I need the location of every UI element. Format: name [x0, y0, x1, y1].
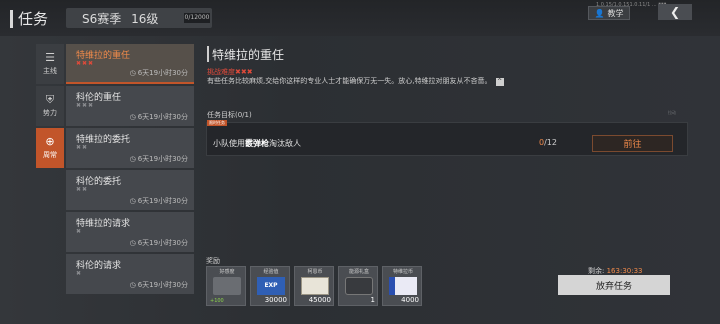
weekly-icon: ⊕ — [45, 135, 55, 148]
clock-icon: ◷ — [129, 113, 136, 121]
gift-box-icon — [345, 277, 373, 295]
objective-progress: 0/12 — [539, 138, 557, 147]
clock-icon: ◷ — [129, 197, 136, 205]
task-name: 特维拉的请求 — [76, 219, 131, 229]
title-accent-bar — [10, 10, 13, 28]
task-name: 科伦的请求 — [76, 261, 122, 271]
remaining-label: 剩余: — [588, 267, 605, 275]
abandon-task-button[interactable]: 放弃任务 — [558, 275, 670, 295]
reward-item[interactable]: 能源礼盒 1 — [338, 266, 378, 306]
task-card[interactable]: 科伦的委托 ✖✖ ◷ 6天19小时30分 — [66, 170, 194, 210]
clock-icon: ◷ — [129, 281, 136, 289]
collapse-icon[interactable]: ^ — [495, 78, 504, 86]
exp-card-icon: EXP — [257, 277, 285, 295]
rail-item-0[interactable]: ☰ 主线 — [36, 44, 64, 84]
task-description: 有些任务比较麻烦,交给你这样的专业人士才能确保万无一失。放心,特维拉对朋友从不吝… — [207, 77, 525, 86]
task-time: ◷ 6天19小时30分 — [130, 154, 188, 164]
reward-item[interactable]: 经验值 EXP 30000 — [250, 266, 290, 306]
clock-icon: ◷ — [129, 155, 136, 163]
reward-count: 45000 — [308, 296, 331, 304]
remaining-value: 163:30:33 — [606, 267, 643, 275]
reward-name: 柯恩币 — [307, 269, 323, 275]
clock-icon: ◷ — [129, 69, 136, 77]
season-label: S6赛季 — [82, 12, 122, 26]
task-time-text: 6天19小时30分 — [137, 239, 188, 247]
season-level: S6赛季 16级 — [82, 10, 158, 27]
reward-name: 特维拉币 — [392, 269, 413, 275]
task-card[interactable]: 科伦的重任 ✖✖✖ ◷ 6天19小时30分 — [66, 86, 194, 126]
rail-item-1[interactable]: ⛨ 势力 — [36, 86, 64, 126]
page-title: 任务 — [18, 10, 49, 28]
task-time: ◷ 6天19小时30分 — [130, 238, 188, 248]
detail-title-bar — [207, 46, 209, 62]
task-difficulty: ✖✖ — [76, 186, 89, 193]
tutorial-label: 教学 — [607, 8, 624, 18]
task-time: ◷ 6天19小时30分 — [130, 280, 188, 290]
rewards-row: 好感度 +100 经验值 EXP 30000 柯恩币 45000 能源礼盒 1 特维拉币 4000 — [206, 266, 422, 306]
reward-bonus: +100 — [210, 298, 224, 304]
difficulty-row: 挑战难度✖✖✖ — [207, 67, 253, 77]
objective-box: 小队使用霰弹枪淘汰敌人 0/12 前往 — [206, 122, 688, 156]
task-difficulty: ✖✖ — [76, 144, 89, 151]
reward-count: 1 — [370, 296, 375, 304]
tutorial-icon: 👤 — [594, 8, 605, 18]
objective-header: 任务目标(0/1) — [207, 111, 252, 119]
rail-item-label: 势力 — [43, 109, 57, 117]
side-rail: ☰ 主线 ⛨ 势力 ⊕ 周常 — [36, 44, 64, 172]
objective-suffix: 淘汰敌人 — [269, 139, 301, 148]
task-card[interactable]: 科伦的请求 ✖ ◷ 6天19小时30分 — [66, 254, 194, 294]
reward-name: 好感度 — [219, 269, 235, 275]
list-icon: ☰ — [45, 51, 55, 64]
task-time-text: 6天19小时30分 — [137, 155, 188, 163]
clock-icon: ◷ — [129, 239, 136, 247]
reward-name: 经验值 — [263, 269, 279, 275]
scroll-hint: 拉动 — [668, 110, 676, 115]
objective-total: /12 — [544, 138, 557, 147]
difficulty-stars: ✖✖✖ — [235, 68, 253, 76]
reward-item[interactable]: 特维拉币 4000 — [382, 266, 422, 306]
exp-text: 0/12000 — [184, 14, 210, 21]
detail-title: 特维拉的重任 — [212, 48, 285, 62]
limited-task-badge: 限时任务 — [207, 120, 227, 126]
task-card[interactable]: 特维拉的重任 ✖✖✖ ◷ 6天19小时30分 — [66, 44, 194, 84]
objective-weapon: 霰弹枪 — [245, 139, 269, 148]
back-button[interactable]: ❮ — [658, 4, 692, 20]
task-time: ◷ 6天19小时30分 — [130, 196, 188, 206]
back-arrow-icon: ❮ — [669, 5, 681, 19]
task-time: ◷ 6天19小时30分 — [130, 112, 188, 122]
rail-item-label: 周常 — [43, 151, 57, 159]
task-difficulty: ✖✖✖ — [76, 60, 95, 67]
reward-item[interactable]: 柯恩币 45000 — [294, 266, 334, 306]
task-time: ◷ 6天19小时30分 — [130, 68, 188, 78]
task-card[interactable]: 特维拉的请求 ✖ ◷ 6天19小时30分 — [66, 212, 194, 252]
tutorial-button[interactable]: 👤 教学 — [588, 6, 630, 20]
task-difficulty: ✖✖✖ — [76, 102, 95, 109]
task-list: 特维拉的重任 ✖✖✖ ◷ 6天19小时30分 科伦的重任 ✖✖✖ ◷ 6天19小时30分 特维拉… — [66, 44, 194, 298]
rail-item-2[interactable]: ⊕ 周常 — [36, 128, 64, 168]
faction-icon: ⛨ — [45, 93, 55, 106]
blue-cash-icon — [389, 277, 417, 295]
goto-button[interactable]: 前往 — [592, 135, 673, 152]
rail-item-label: 主线 — [43, 67, 57, 75]
cash-stack-icon — [301, 277, 329, 295]
reward-name: 能源礼盒 — [348, 269, 369, 275]
rewards-label: 奖励 — [206, 257, 220, 265]
level-label: 16级 — [131, 12, 159, 26]
reward-item[interactable]: 好感度 +100 — [206, 266, 246, 306]
objective-prefix: 小队使用 — [213, 139, 245, 148]
favor-icon — [213, 277, 241, 295]
description-text: 有些任务比较麻烦,交给你这样的专业人士才能确保万无一失。放心,特维拉对朋友从不吝… — [207, 77, 492, 85]
task-card[interactable]: 特维拉的委托 ✖✖ ◷ 6天19小时30分 — [66, 128, 194, 168]
task-time-text: 6天19小时30分 — [137, 113, 188, 121]
reward-count: 4000 — [401, 296, 419, 304]
objective-text: 小队使用霰弹枪淘汰敌人 — [213, 138, 301, 149]
task-difficulty: ✖ — [76, 270, 83, 277]
task-time-text: 6天19小时30分 — [137, 281, 188, 289]
reward-count: 30000 — [264, 296, 287, 304]
exp-bar: 0/12000 — [184, 13, 210, 23]
task-difficulty: ✖ — [76, 228, 83, 235]
difficulty-label: 挑战难度 — [207, 68, 235, 76]
task-time-text: 6天19小时30分 — [137, 197, 188, 205]
task-time-text: 6天19小时30分 — [137, 69, 188, 77]
